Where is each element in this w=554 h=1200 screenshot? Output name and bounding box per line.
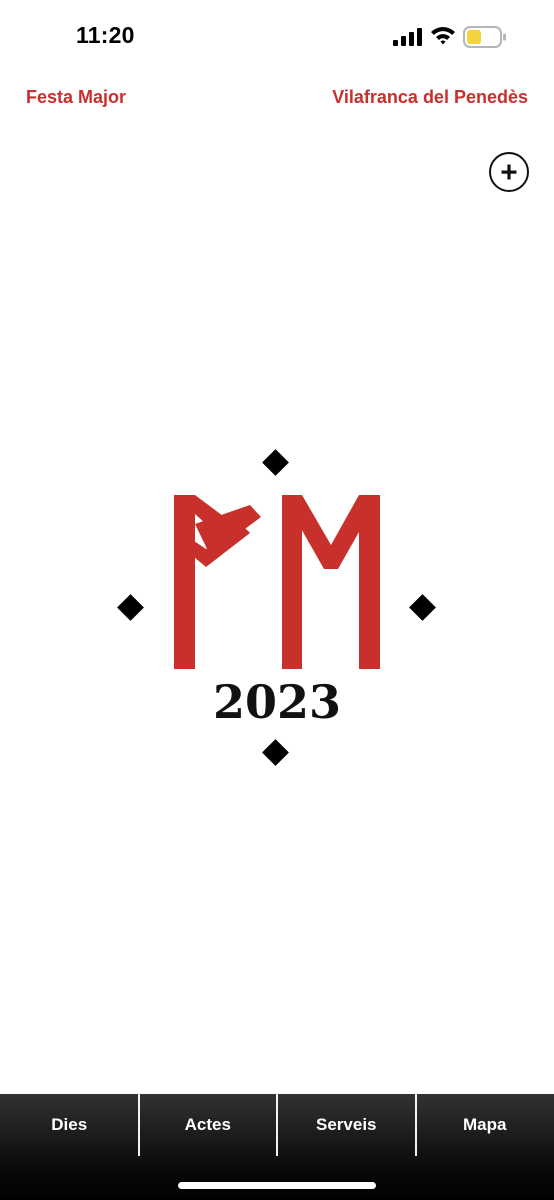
festa-major-logo: 2023: [117, 449, 436, 766]
add-button[interactable]: [489, 152, 529, 192]
tab-label: Dies: [51, 1115, 88, 1134]
plus-circle-icon: [501, 164, 517, 180]
battery-icon: [463, 26, 506, 48]
tab-label: Mapa: [463, 1115, 507, 1134]
diamond-bottom-icon: [262, 739, 289, 766]
signal-icon: [393, 28, 422, 46]
letter-f-mark: [174, 495, 261, 669]
logo-year: 2023: [213, 675, 341, 729]
header-title-left: Festa Major: [26, 87, 127, 107]
home-indicator[interactable]: [178, 1182, 376, 1189]
tab-actes[interactable]: Actes: [137, 1094, 278, 1156]
tab-mapa[interactable]: Mapa: [414, 1094, 554, 1156]
tab-serveis[interactable]: Serveis: [276, 1094, 416, 1156]
status-time: 11:20: [76, 22, 135, 48]
tab-dies[interactable]: Dies: [0, 1094, 139, 1156]
diamond-left-icon: [117, 594, 144, 621]
status-bar: 11:20: [0, 0, 554, 76]
tab-divider: [276, 1094, 278, 1156]
diamond-right-icon: [409, 594, 436, 621]
tab-label: Serveis: [316, 1115, 377, 1134]
letter-m-mark: [282, 495, 380, 669]
app-screen: 11:20 Festa Major Vilafranca del Penedès: [0, 0, 554, 1200]
wifi-icon: [431, 27, 455, 45]
tab-divider: [414, 1094, 417, 1156]
tab-divider: [137, 1094, 140, 1156]
header-title-right: Vilafranca del Penedès: [332, 87, 528, 107]
diamond-top-icon: [262, 449, 289, 476]
tab-label: Actes: [184, 1115, 231, 1134]
